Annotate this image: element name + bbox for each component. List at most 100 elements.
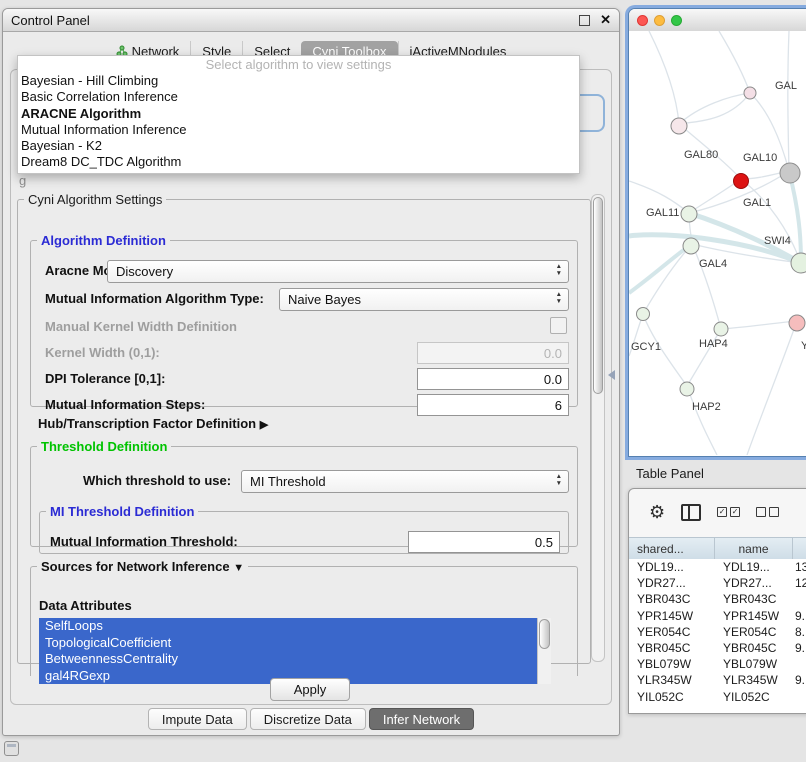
algorithm-option[interactable]: Basic Correlation Inference xyxy=(18,89,579,105)
node[interactable] xyxy=(744,87,756,99)
settings-scrollbar[interactable] xyxy=(591,194,605,662)
mi-threshold-input[interactable]: 0.5 xyxy=(408,531,560,553)
cell-name: YDL19... xyxy=(715,560,793,574)
cyni-algorithm-settings-group: Cyni Algorithm Settings Algorithm Defini… xyxy=(17,192,591,664)
cell-shared: YDL19... xyxy=(629,560,715,574)
list-scrollbar[interactable] xyxy=(537,618,551,684)
mi-steps-label: Mutual Information Steps: xyxy=(45,397,205,412)
table-row[interactable]: YPR145W YPR145W 9. xyxy=(629,608,806,624)
algorithm-option[interactable]: Bayesian - Hill Climbing xyxy=(18,73,579,89)
algorithm-option-selected[interactable]: ARACNE Algorithm xyxy=(18,106,579,122)
hub-definition-expander[interactable]: Hub/Transcription Factor Definition ▶ xyxy=(38,416,268,431)
desktop: Control Panel ✕ Network Style Select Cyn… xyxy=(0,0,806,762)
node-gal10-highlighted[interactable] xyxy=(734,174,749,189)
cell-name: YBR045C xyxy=(715,641,793,655)
control-panel-titlebar[interactable]: Control Panel ✕ xyxy=(3,9,619,32)
cell-name: YLR345W xyxy=(715,673,793,687)
aracne-mode-value: Discovery xyxy=(116,264,173,279)
node-label: GCY1 xyxy=(631,341,661,353)
mi-threshold-label: Mutual Information Threshold: xyxy=(50,534,238,549)
list-item[interactable]: BetweennessCentrality xyxy=(39,651,538,668)
float-window-icon[interactable] xyxy=(579,15,590,26)
node-label: GAL11 xyxy=(646,207,679,219)
cell-name: YIL052C xyxy=(715,690,793,704)
mi-type-value: Naive Bayes xyxy=(288,292,361,307)
cell-shared: YER054C xyxy=(629,625,715,639)
column-header-shared-name[interactable]: shared... xyxy=(629,538,715,559)
cell-extra: 9. xyxy=(793,673,806,687)
node-gray[interactable] xyxy=(780,163,800,183)
node-gal4[interactable] xyxy=(683,238,699,254)
cell-name: YBR043C xyxy=(715,592,793,606)
close-icon[interactable]: ✕ xyxy=(600,12,611,28)
table-row[interactable]: YIL052C YIL052C xyxy=(629,689,806,705)
mi-steps-input[interactable]: 6 xyxy=(417,394,569,416)
show-columns-icon[interactable] xyxy=(681,504,701,521)
node-gcy1[interactable] xyxy=(637,308,650,321)
cell-shared: YDR27... xyxy=(629,576,715,590)
algorithm-option[interactable]: Dream8 DC_TDC Algorithm xyxy=(18,154,579,170)
minimize-traffic-icon[interactable] xyxy=(654,15,665,26)
cell-shared: YIL052C xyxy=(629,690,715,704)
splitter-collapse-handle[interactable] xyxy=(608,370,615,380)
algorithm-option[interactable]: Bayesian - K2 xyxy=(18,138,579,154)
table-row[interactable]: YDL19... YDL19... 13 xyxy=(629,559,806,575)
node-gal11[interactable] xyxy=(681,206,697,222)
tab-discretize-data[interactable]: Discretize Data xyxy=(250,708,366,730)
node-gal80[interactable] xyxy=(671,118,687,134)
algorithm-placeholder: Select algorithm to view settings xyxy=(18,57,579,73)
threshold-definition-group: Threshold Definition Which threshold to … xyxy=(30,439,578,547)
kernel-width-label: Kernel Width (0,1): xyxy=(45,345,160,360)
hub-definition-label: Hub/Transcription Factor Definition xyxy=(38,416,256,431)
node-pink[interactable] xyxy=(789,315,805,331)
list-item[interactable]: SelfLoops xyxy=(39,618,538,635)
algorithm-option[interactable]: Mutual Information Inference xyxy=(18,122,579,138)
cell-name: YPR145W xyxy=(715,609,793,623)
sources-group: Sources for Network Inference ▼ Data Att… xyxy=(30,559,578,676)
gear-icon[interactable]: ⚙ xyxy=(649,503,665,521)
unselect-all-icon[interactable] xyxy=(756,507,779,517)
table-row[interactable]: YBL079W YBL079W xyxy=(629,656,806,672)
bottom-tabbar: Impute Data Discretize Data Infer Networ… xyxy=(3,708,619,730)
table-row[interactable]: YBR043C YBR043C xyxy=(629,591,806,607)
sources-legend[interactable]: Sources for Network Inference ▼ xyxy=(37,559,248,574)
network-canvas[interactable]: GAL GAL80 GAL10 GAL11 GAL1 SWI4 GAL4 GCY… xyxy=(629,31,806,455)
zoom-traffic-icon[interactable] xyxy=(671,15,682,26)
column-header-name[interactable]: name xyxy=(715,538,793,559)
node-label: GAL80 xyxy=(684,149,718,161)
node-label: GAL1 xyxy=(743,197,771,209)
node-hap4[interactable] xyxy=(714,322,728,336)
checked-box-icon: ✓ xyxy=(730,507,740,517)
cell-extra: 13 xyxy=(793,560,806,574)
column-header-clipped[interactable] xyxy=(793,538,806,559)
node-swi4[interactable] xyxy=(791,253,806,273)
mi-type-select[interactable]: Naive Bayes ▲▼ xyxy=(279,288,569,311)
table-panel-title: Table Panel xyxy=(636,466,704,481)
select-all-icon[interactable]: ✓✓ xyxy=(717,507,740,517)
list-item[interactable]: TopologicalCoefficient xyxy=(39,635,538,652)
chevron-right-icon: ▶ xyxy=(260,419,268,431)
kernel-width-input[interactable]: 0.0 xyxy=(417,342,569,364)
which-threshold-select[interactable]: MI Threshold ▲▼ xyxy=(241,470,569,493)
checked-box-icon: ✓ xyxy=(717,507,727,517)
dpi-tolerance-input[interactable]: 0.0 xyxy=(417,368,569,390)
aracne-mode-select[interactable]: Discovery ▲▼ xyxy=(107,260,569,283)
node-hap2[interactable] xyxy=(680,382,694,396)
network-window-titlebar[interactable] xyxy=(629,9,806,32)
minimized-panel-button[interactable] xyxy=(4,741,19,756)
apply-button[interactable]: Apply xyxy=(270,678,350,701)
tab-impute-data[interactable]: Impute Data xyxy=(148,708,247,730)
manual-kernel-checkbox[interactable] xyxy=(550,317,567,334)
table-row[interactable]: YLR345W YLR345W 9. xyxy=(629,672,806,688)
cell-shared: YBR045C xyxy=(629,641,715,655)
node-label: GAL10 xyxy=(743,152,777,164)
table-row[interactable]: YDR27... YDR27... 12 xyxy=(629,575,806,591)
table-row[interactable]: YBR045C YBR045C 9. xyxy=(629,640,806,656)
close-traffic-icon[interactable] xyxy=(637,15,648,26)
table-row[interactable]: YER054C YER054C 8. xyxy=(629,624,806,640)
manual-kernel-label: Manual Kernel Width Definition xyxy=(45,319,237,334)
cell-shared: YBL079W xyxy=(629,657,715,671)
list-scrollbar-thumb[interactable] xyxy=(539,619,550,649)
settings-scrollbar-thumb[interactable] xyxy=(593,197,603,394)
tab-infer-network[interactable]: Infer Network xyxy=(369,708,474,730)
